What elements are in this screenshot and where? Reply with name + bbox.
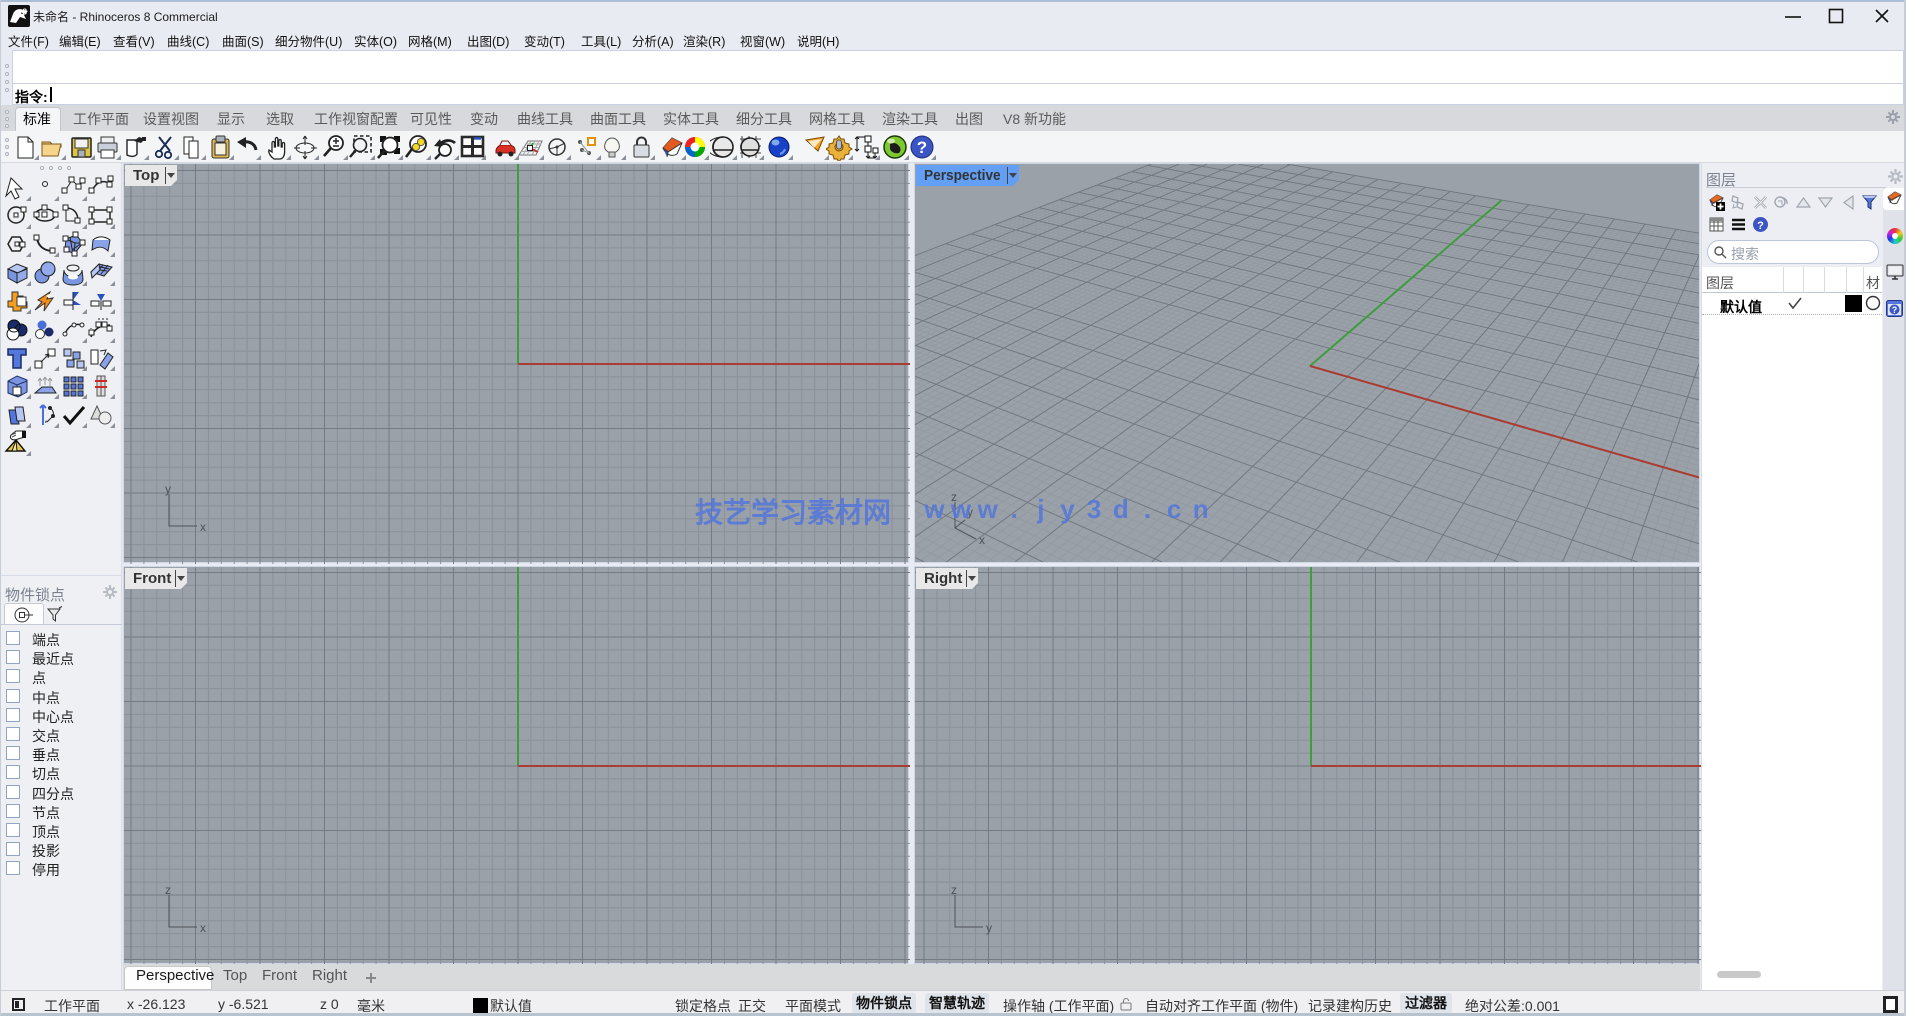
svg-text:y: y: [165, 484, 171, 496]
svg-text:y: y: [986, 921, 992, 935]
svg-text:?: ?: [1892, 305, 1898, 315]
svg-text:?: ?: [1757, 220, 1764, 232]
svg-text:z: z: [951, 885, 957, 897]
svg-text:x: x: [200, 520, 206, 534]
svg-text:?: ?: [917, 138, 927, 157]
svg-text:x: x: [979, 533, 985, 546]
svg-text:x: x: [200, 921, 206, 935]
svg-text:z: z: [165, 885, 171, 897]
svg-text:8: 8: [23, 8, 28, 17]
